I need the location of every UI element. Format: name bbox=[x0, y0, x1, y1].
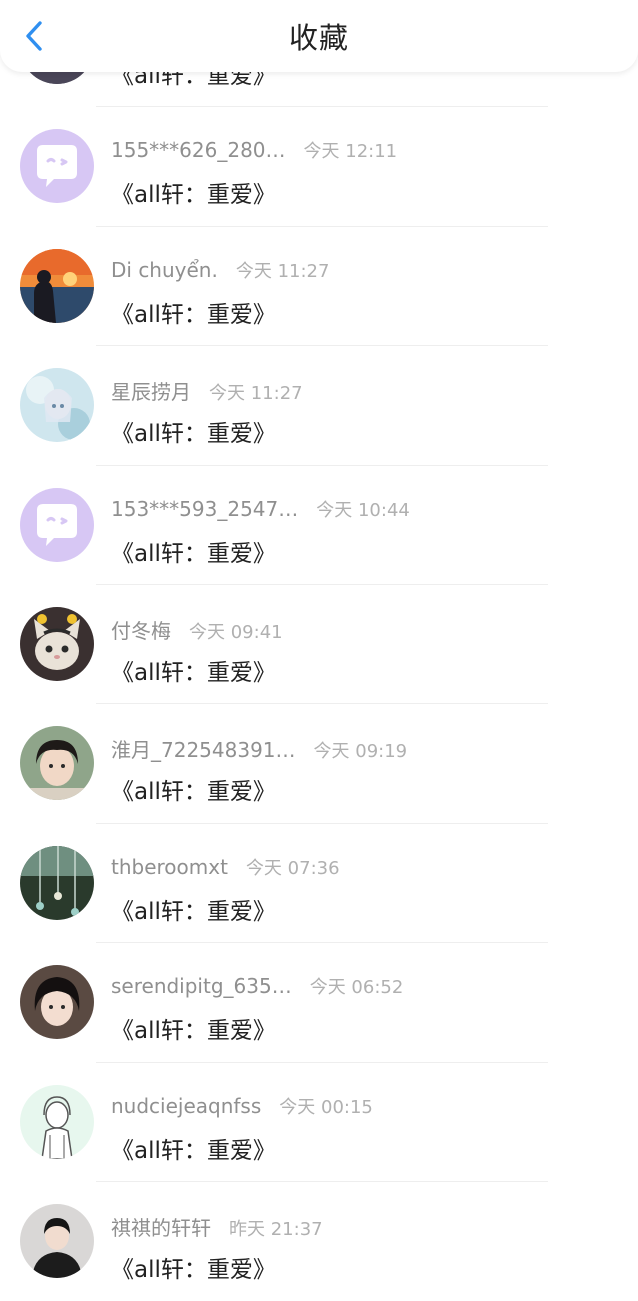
timestamp: 今天 09:19 bbox=[313, 741, 408, 763]
person-avatar-icon bbox=[20, 1203, 94, 1278]
item-meta: thberoomxt 今天 07:36 bbox=[111, 854, 340, 882]
list-item[interactable]: thberoomxt 今天 07:36 《all轩：重爱》 bbox=[0, 824, 638, 944]
timestamp: 今天 11:27 bbox=[209, 383, 303, 405]
item-content: 《all轩：重爱》 bbox=[111, 898, 276, 925]
item-meta: serendipitg_635… 今天 06:52 bbox=[111, 973, 403, 1001]
list-item[interactable]: 付冬梅 今天 09:41 《all轩：重爱》 bbox=[0, 585, 638, 705]
list-item[interactable]: 155***626_280… 今天 12:11 《all轩：重爱》 bbox=[0, 107, 638, 227]
item-meta: 付冬梅 今天 09:41 bbox=[111, 615, 283, 643]
timestamp: 今天 12:11 bbox=[303, 141, 398, 163]
person-avatar-icon bbox=[20, 726, 94, 801]
avatar[interactable] bbox=[20, 726, 94, 801]
item-content: 《all轩：重爱》 bbox=[111, 659, 276, 686]
item-meta: 祺祺的轩轩 昨天 21:37 bbox=[111, 1212, 323, 1240]
username[interactable]: 淮月_722548391… bbox=[111, 734, 296, 763]
avatar[interactable] bbox=[20, 1084, 94, 1159]
username[interactable]: thberoomxt bbox=[111, 855, 228, 879]
list-item[interactable]: nudciejeaqnfss 今天 00:15 《all轩：重爱》 bbox=[0, 1063, 638, 1182]
avatar[interactable] bbox=[20, 1203, 94, 1278]
timestamp: 今天 11:27 bbox=[235, 260, 330, 282]
sunset-photo-avatar-icon bbox=[20, 248, 94, 323]
sketch-avatar-icon bbox=[20, 1084, 94, 1159]
item-content: 《all轩：重爱》 bbox=[111, 1018, 276, 1045]
cat-avatar-icon bbox=[20, 606, 94, 681]
favorites-list: …… 《all轩：重爱》 155***626_280… 今天 12:11 《al… bbox=[0, 0, 638, 1301]
avatar[interactable] bbox=[20, 487, 94, 562]
list-item[interactable]: serendipitg_635… 今天 06:52 《all轩：重爱》 bbox=[0, 943, 638, 1063]
item-meta: 153***593_2547… 今天 10:44 bbox=[111, 496, 410, 524]
item-content: 《all轩：重爱》 bbox=[111, 421, 276, 448]
item-content: 《all轩：重爱》 bbox=[111, 1256, 276, 1283]
windchime-photo-avatar-icon bbox=[20, 845, 94, 920]
timestamp: 今天 10:44 bbox=[316, 499, 410, 521]
item-meta: 星辰捞月 今天 11:27 bbox=[111, 376, 303, 404]
list-item[interactable]: 153***593_2547… 今天 10:44 《all轩：重爱》 bbox=[0, 466, 638, 585]
item-content: 《all轩：重爱》 bbox=[111, 301, 276, 328]
username[interactable]: 付冬梅 bbox=[111, 615, 171, 644]
item-meta: nudciejeaqnfss 今天 00:15 bbox=[111, 1093, 373, 1121]
username[interactable]: 155***626_280… bbox=[111, 138, 286, 162]
avatar[interactable] bbox=[20, 606, 94, 681]
avatar[interactable] bbox=[20, 965, 94, 1040]
item-content: 《all轩：重爱》 bbox=[111, 540, 276, 567]
item-content: 《all轩：重爱》 bbox=[111, 779, 276, 806]
page-title: 收藏 bbox=[288, 21, 349, 55]
avatar[interactable] bbox=[20, 368, 94, 443]
list-item[interactable]: 星辰捞月 今天 11:27 《all轩：重爱》 bbox=[0, 346, 638, 466]
list-item[interactable]: 祺祺的轩轩 昨天 21:37 《all轩：重爱》 bbox=[0, 1182, 638, 1301]
avatar[interactable] bbox=[20, 248, 94, 323]
top-nav-bar: 收藏 bbox=[0, 0, 638, 72]
person-avatar-icon bbox=[20, 965, 94, 1040]
list-item[interactable]: Di chuyển. 今天 11:27 《all轩：重爱》 bbox=[0, 227, 638, 347]
timestamp: 今天 07:36 bbox=[245, 857, 340, 879]
chat-bubble-avatar-icon bbox=[20, 129, 94, 204]
avatar[interactable] bbox=[20, 129, 94, 204]
username[interactable]: nudciejeaqnfss bbox=[111, 1094, 261, 1118]
item-content: 《all轩：重爱》 bbox=[111, 182, 276, 209]
avatar[interactable] bbox=[20, 845, 94, 920]
timestamp: 今天 09:41 bbox=[189, 621, 283, 643]
item-content: 《all轩：重爱》 bbox=[111, 1137, 276, 1164]
list-item[interactable]: 淮月_722548391… 今天 09:19 《all轩：重爱》 bbox=[0, 704, 638, 824]
item-meta: Di chuyển. 今天 11:27 bbox=[111, 257, 329, 285]
username[interactable]: serendipitg_635… bbox=[111, 974, 292, 998]
username[interactable]: 星辰捞月 bbox=[111, 376, 191, 405]
timestamp: 昨天 21:37 bbox=[229, 1218, 323, 1240]
username[interactable]: Di chuyển. bbox=[111, 258, 218, 282]
timestamp: 今天 00:15 bbox=[279, 1096, 373, 1118]
timestamp: 今天 06:52 bbox=[309, 977, 404, 999]
item-meta: 155***626_280… 今天 12:11 bbox=[111, 137, 397, 165]
username[interactable]: 153***593_2547… bbox=[111, 497, 298, 521]
chat-bubble-avatar-icon bbox=[20, 487, 94, 562]
username[interactable]: 祺祺的轩轩 bbox=[111, 1212, 211, 1241]
item-meta: 淮月_722548391… 今天 09:19 bbox=[111, 734, 407, 762]
anime-girl-avatar-icon bbox=[20, 368, 94, 443]
